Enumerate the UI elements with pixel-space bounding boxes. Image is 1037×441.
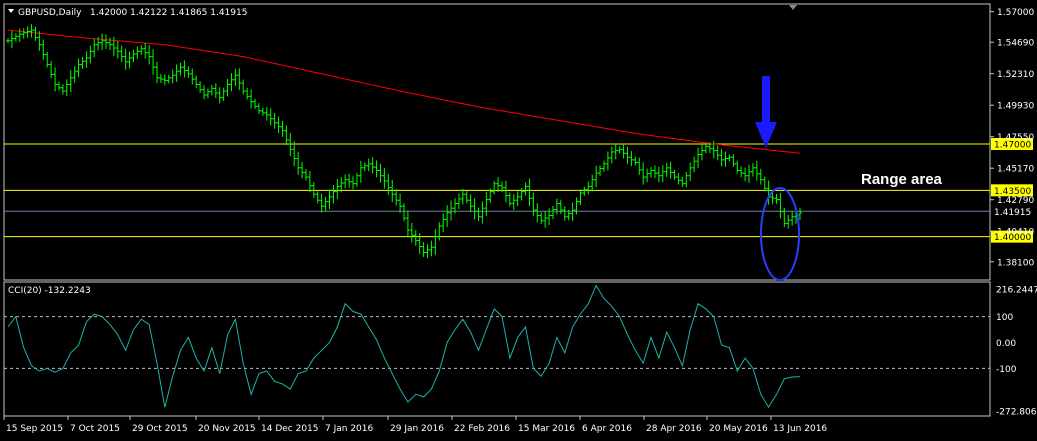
time-tick-label: 29 Oct 2015 xyxy=(132,424,188,434)
time-tick-label: 15 Sep 2015 xyxy=(6,424,63,434)
cci-tick-label: 100 xyxy=(996,313,1013,323)
time-tick-label: 28 Apr 2016 xyxy=(646,424,702,434)
ohlc-readout: 1.42000 1.42122 1.41865 1.41915 xyxy=(90,8,247,18)
price-tick-label: 1.40410 xyxy=(997,228,1034,238)
time-tick-label: 20 Nov 2015 xyxy=(198,424,256,434)
symbol-label: GBPUSD,Daily xyxy=(18,8,82,18)
indicator-label: CCI(20) -132.2243 xyxy=(8,286,91,296)
price-tick-label: 1.52310 xyxy=(997,70,1034,80)
chart-window: 1.470001.435001.400001.41915 1.570001.54… xyxy=(3,3,1037,434)
price-axis: 1.57000 1.54690 1.52310 1.49930 1.47550 1.451… xyxy=(990,8,1034,268)
time-tick-label: 7 Jan 2016 xyxy=(325,424,373,434)
time-tick-label: 14 Dec 2015 xyxy=(261,424,319,434)
cci-tick-label: -272.8061 xyxy=(996,408,1037,418)
time-axis: 15 Sep 2015 7 Oct 2015 29 Oct 2015 20 Nov 2… xyxy=(3,416,827,434)
time-tick-label: 22 Feb 2016 xyxy=(454,424,510,434)
price-tick-label: 1.45170 xyxy=(997,165,1034,175)
price-tick-label: 1.57000 xyxy=(997,8,1034,18)
cci-axis: 216.2447 100 0.00 -100 -272.8061 xyxy=(996,286,1037,418)
cci-tick-label: -100 xyxy=(996,365,1017,375)
price-tick-label: 1.38100 xyxy=(997,258,1034,268)
time-tick-label: 6 Apr 2016 xyxy=(582,424,632,434)
price-tick-label: 1.47550 xyxy=(997,133,1034,143)
cci-tick-label: 216.2447 xyxy=(996,286,1037,296)
current-price-label: 1.41915 xyxy=(994,208,1031,218)
time-tick-label: 7 Oct 2015 xyxy=(70,424,120,434)
price-panel-frame xyxy=(3,3,991,281)
price-tick-label: 1.49930 xyxy=(997,102,1034,112)
cci-tick-label: 0.00 xyxy=(996,339,1016,349)
indicator-panel-frame xyxy=(3,281,991,417)
time-tick-label: 20 May 2016 xyxy=(709,424,768,434)
price-tick-label: 1.42790 xyxy=(997,196,1034,206)
time-tick-label: 15 Mar 2016 xyxy=(518,424,575,434)
range-area-label: Range area xyxy=(861,171,943,188)
time-tick-label: 13 Jun 2016 xyxy=(773,424,827,434)
time-tick-label: 29 Jan 2016 xyxy=(390,424,444,434)
price-tick-label: 1.54690 xyxy=(997,39,1034,49)
